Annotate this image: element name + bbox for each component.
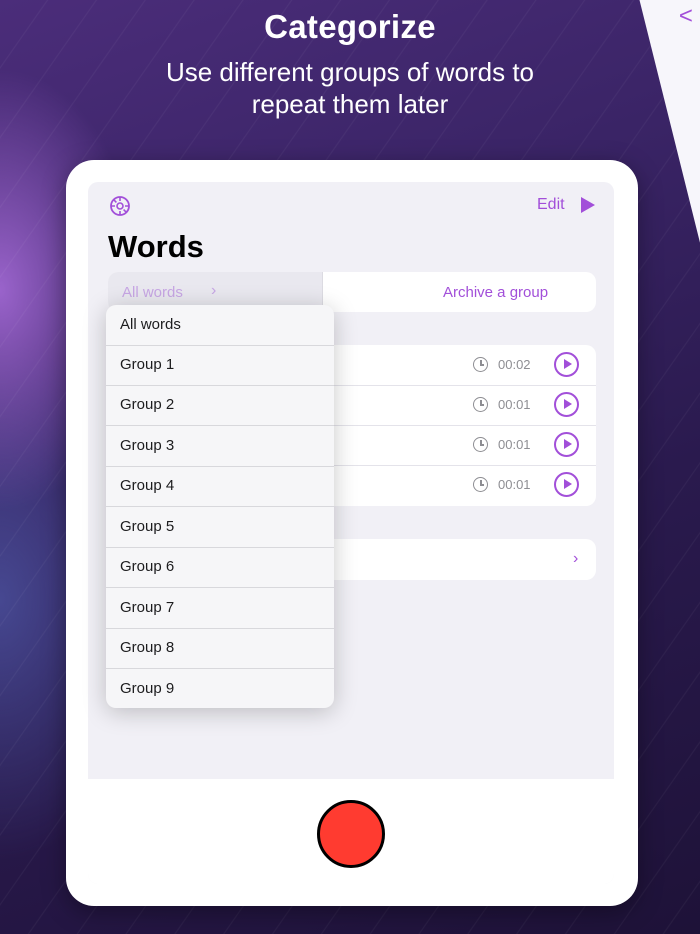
archive-group-button[interactable]: Archive a group [443,284,548,301]
menu-item-group-5[interactable]: Group 5 [106,507,334,548]
menu-item-group-9[interactable]: Group 9 [106,669,334,708]
menu-item-group-6[interactable]: Group 6 [106,547,334,588]
menu-item-group-7[interactable]: Group 7 [106,588,334,629]
duration-label: 00:01 [498,397,531,412]
play-circle-icon[interactable] [554,352,579,377]
play-icon[interactable] [580,196,596,214]
menu-item-group-2[interactable]: Group 2 [106,385,334,426]
promo-headline: Categorize [264,8,436,45]
play-circle-icon[interactable] [554,392,579,417]
menu-item-all-words[interactable]: All words [106,305,334,346]
clock-icon [473,437,488,452]
edit-button[interactable]: Edit [537,196,565,214]
clock-icon [473,477,488,492]
chevron-left-icon: < [678,2,693,30]
duration-label: 00:02 [498,357,531,372]
play-circle-icon[interactable] [554,472,579,497]
menu-item-group-3[interactable]: Group 3 [106,426,334,467]
play-circle-icon[interactable] [554,432,579,457]
chevron-right-icon: › [573,550,579,567]
bottom-bar [88,779,614,884]
menu-item-group-8[interactable]: Group 8 [106,628,334,669]
group-dropdown-menu: All words Group 1 Group 2 Group 3 Group … [106,305,334,708]
promo-subline: Use different groups of words to repeat … [165,57,535,119]
duration-label: 00:01 [498,477,531,492]
clock-icon [473,397,488,412]
menu-item-group-1[interactable]: Group 1 [106,345,334,386]
group-selector-label: All words [122,284,183,301]
menu-item-group-4[interactable]: Group 4 [106,466,334,507]
gear-icon[interactable] [108,194,132,218]
record-button[interactable] [317,800,385,868]
page-title: Words [108,229,204,264]
duration-label: 00:01 [498,437,531,452]
chevron-right-icon: › [211,282,217,299]
clock-icon [473,357,488,372]
